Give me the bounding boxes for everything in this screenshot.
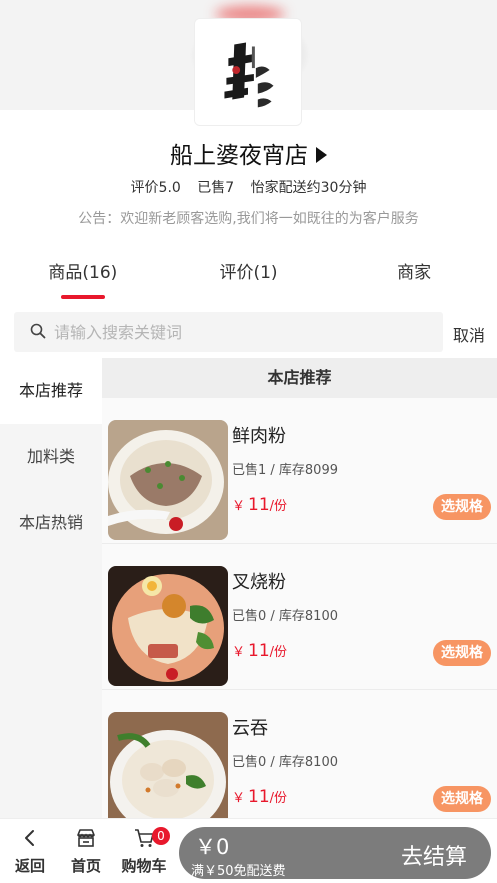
select-spec-button[interactable]: 选规格: [433, 640, 491, 666]
category-hot-sellers[interactable]: 本店热销: [0, 490, 102, 556]
home-label: 首页: [70, 857, 101, 875]
cancel-button[interactable]: 取消: [453, 322, 485, 346]
price-unit: /份: [269, 645, 288, 660]
store-name[interactable]: 船上婆夜宵店: [0, 136, 497, 170]
store-icon: [77, 829, 95, 847]
product-item[interactable]: 叉烧粉 已售0 / 库存8100 ￥ 11/份 选规格: [102, 544, 497, 690]
product-image: [108, 712, 228, 818]
product-name: 鲜肉粉: [232, 426, 286, 447]
store-name-text: 船上婆夜宵店: [170, 143, 308, 169]
store-delivery-time: 怡家配送约30分钟: [250, 180, 367, 196]
price-currency: ￥: [232, 791, 246, 806]
category-sidebar: 本店推荐 加料类 本店热销: [0, 358, 102, 818]
price-value: 11: [248, 787, 270, 807]
category-add-ons[interactable]: 加料类: [0, 424, 102, 490]
checkout-bar[interactable]: ￥0 满￥50免配送费 去结算: [179, 827, 491, 879]
product-image: [108, 420, 228, 540]
search-icon: [30, 323, 46, 339]
tab-products[interactable]: 商品(16): [0, 246, 166, 299]
product-name: 云吞: [232, 718, 268, 739]
cart-button[interactable]: 购物车 0: [116, 827, 172, 876]
cart-count-badge: 0: [152, 827, 170, 845]
checkout-button[interactable]: 去结算: [401, 839, 467, 871]
back-label: 返回: [14, 857, 45, 875]
price-value: 11: [248, 641, 270, 661]
select-spec-button[interactable]: 选规格: [433, 786, 491, 812]
product-price: ￥ 11/份: [232, 495, 287, 515]
store-notice: 公告：欢迎新老顾客选购,我们将一如既往的为客户服务: [78, 211, 419, 227]
play-triangle-icon: [316, 146, 327, 163]
price-currency: ￥: [232, 645, 246, 660]
price-unit: /份: [269, 499, 288, 514]
free-delivery-note: 满￥50免配送费: [191, 864, 286, 879]
product-stats: 已售0 / 库存8100: [232, 609, 338, 624]
home-button[interactable]: 首页: [58, 827, 114, 876]
store-sold: 已售7: [197, 180, 235, 196]
store-logo: [194, 18, 302, 126]
product-stats: 已售0 / 库存8100: [232, 755, 338, 770]
price-currency: ￥: [232, 499, 246, 514]
product-stats: 已售1 / 库存8099: [232, 463, 338, 478]
product-image: [108, 566, 228, 686]
category-recommended[interactable]: 本店推荐: [0, 358, 102, 424]
product-item[interactable]: 云吞 已售0 / 库存8100 ￥ 11/份 选规格: [102, 690, 497, 818]
bottom-bar: 返回 首页 购物车 0 ￥0 满￥50免配送费 去结算: [0, 818, 497, 883]
store-page: 船上婆夜宵店 评价5.0 已售7 怡家配送约30分钟 公告：欢迎新老顾客选购,我…: [0, 0, 497, 883]
product-name: 叉烧粉: [232, 572, 286, 593]
product-price: ￥ 11/份: [232, 787, 287, 807]
price-value: 11: [248, 495, 270, 515]
tab-merchant[interactable]: 商家: [331, 246, 497, 298]
store-rating: 评价5.0: [130, 180, 181, 196]
cart-label: 购物车: [121, 857, 167, 875]
back-arrow-icon: [25, 830, 34, 846]
tab-reviews[interactable]: 评价(1): [166, 246, 332, 298]
search-box: [14, 312, 443, 352]
product-list: 本店推荐 鲜肉粉 已售1 / 库存8099 ￥ 11/份 选规格 叉烧粉 已售0…: [102, 358, 497, 818]
product-price: ￥ 11/份: [232, 641, 287, 661]
select-spec-button[interactable]: 选规格: [433, 494, 491, 520]
search-input[interactable]: [54, 312, 434, 352]
cart-total: ￥0: [195, 835, 230, 859]
back-button[interactable]: 返回: [2, 827, 58, 876]
product-item[interactable]: 鲜肉粉 已售1 / 库存8099 ￥ 11/份 选规格: [102, 398, 497, 544]
store-tabs: 商品(16) 评价(1) 商家: [0, 246, 497, 299]
section-title: 本店推荐: [102, 358, 497, 398]
price-unit: /份: [269, 791, 288, 806]
store-stats: 评价5.0 已售7 怡家配送约30分钟: [0, 177, 497, 197]
